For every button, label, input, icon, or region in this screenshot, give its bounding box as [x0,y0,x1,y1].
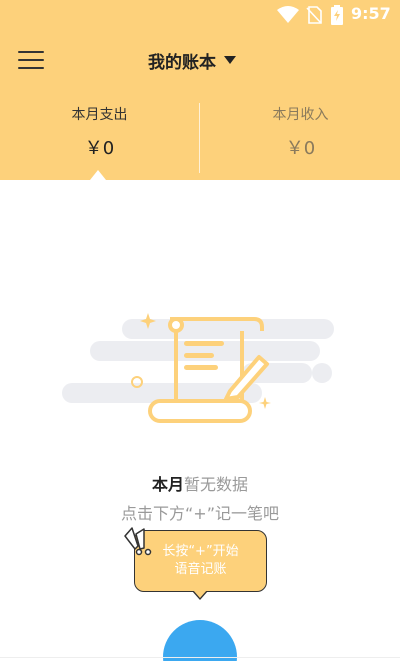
caret-down-icon [224,56,236,64]
battery-charging-icon [331,5,343,25]
income-value: ￥0 [285,138,316,159]
tooltip-tail-fill [193,590,207,598]
bottom-divider [0,657,400,658]
account-book-title: 我的账本 [148,52,216,73]
add-record-button[interactable] [163,620,237,661]
menu-icon[interactable] [16,45,46,75]
empty-title-period: 本月 [151,475,184,494]
summary-divider [199,103,200,173]
account-book-selector[interactable]: 我的账本 [148,47,236,73]
monthly-income-tab[interactable]: 本月收入 ￥0 [201,104,400,160]
expense-label: 本月支出 [71,107,128,123]
empty-state-hint: 点击下方“+”记一笔吧 [121,504,279,523]
monthly-expense-tab[interactable]: 本月支出 ￥0 [0,104,199,160]
status-time: 9:57 [351,4,391,23]
exclaim-icon [124,527,152,556]
empty-state-title: 本月暂无数据 [0,471,400,495]
tooltip-line-2: 语音记账 [174,562,227,577]
expense-value: ￥0 [84,138,115,159]
status-bar: 9:57 [0,0,400,32]
income-label: 本月收入 [272,107,329,123]
wifi-icon [277,6,299,23]
no-sim-icon [306,6,322,24]
empty-title-text: 暂无数据 [184,475,249,494]
empty-scroll-illustration [62,313,334,423]
active-tab-pointer [90,170,106,180]
